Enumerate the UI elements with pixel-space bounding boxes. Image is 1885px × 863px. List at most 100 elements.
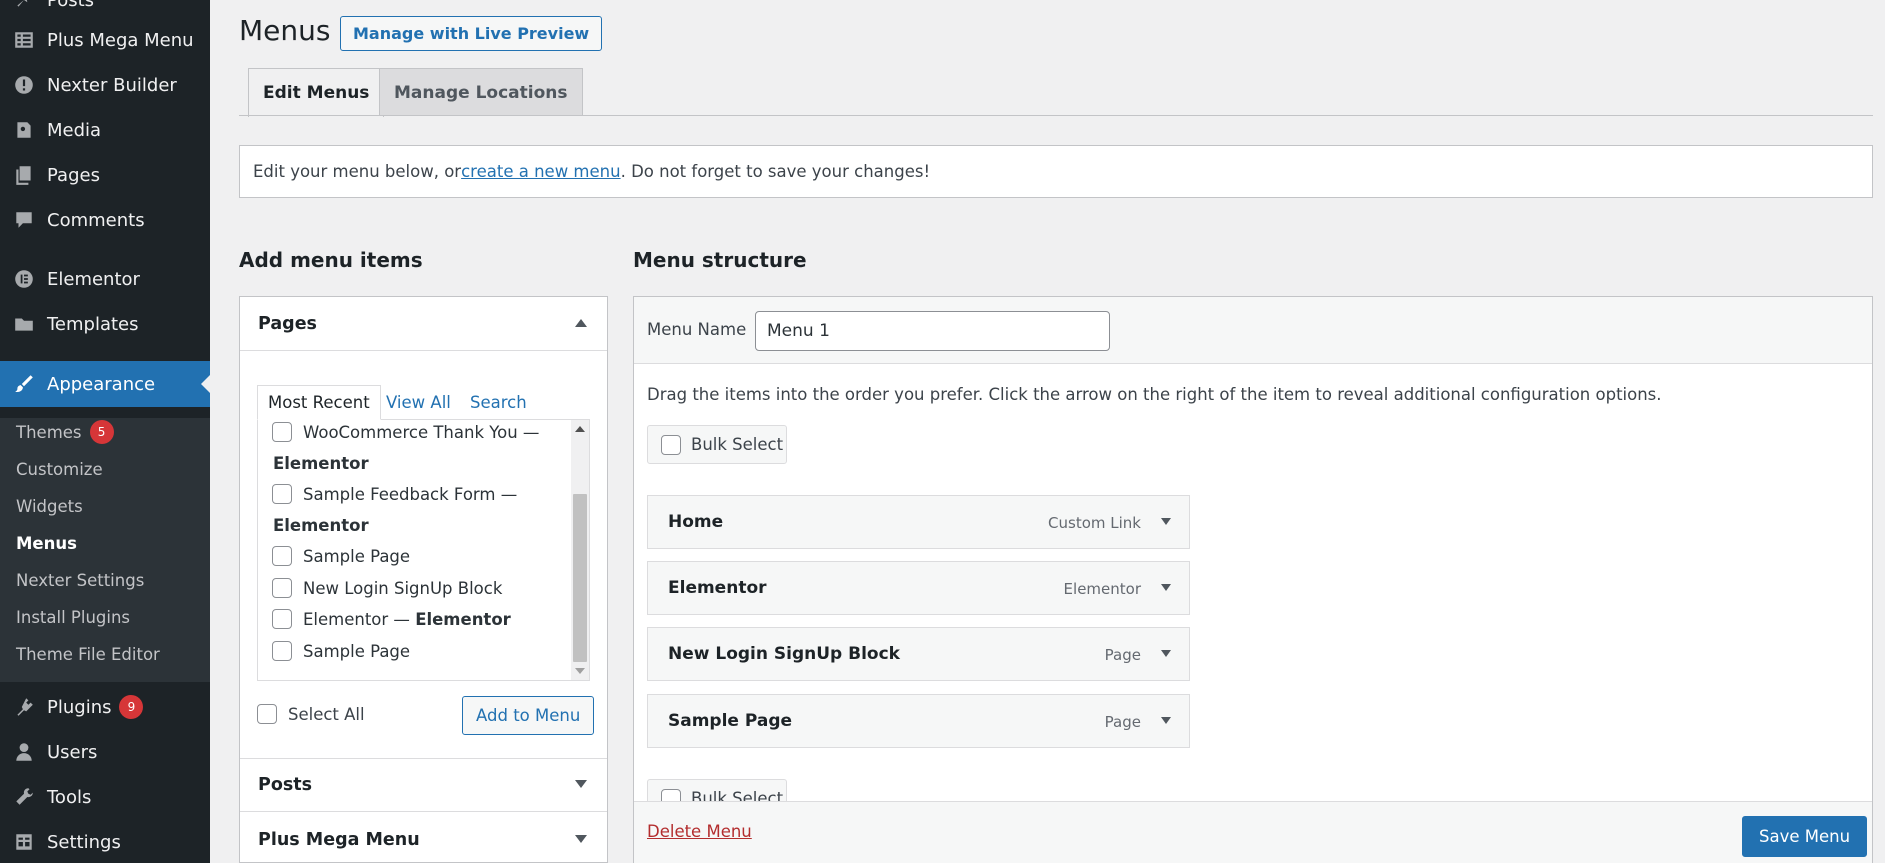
checkbox[interactable]	[272, 578, 292, 598]
save-menu-button[interactable]: Save Menu	[1742, 816, 1868, 857]
info-circle-icon	[0, 74, 47, 96]
menu-item-type: Page	[1104, 646, 1141, 664]
submenu-item-customize[interactable]: Customize	[16, 460, 103, 479]
sidebar-item-plus-mega-menu[interactable]: Plus Mega Menu	[0, 20, 210, 60]
sidebar-item-tools[interactable]: Tools	[0, 777, 210, 817]
sidebar-item-posts[interactable]: Posts	[0, 0, 210, 20]
collapse-arrow-icon	[575, 318, 587, 327]
menu-item-elementor[interactable]: Elementor Elementor	[647, 561, 1190, 615]
tab-most-recent[interactable]: Most Recent	[257, 385, 381, 420]
add-to-menu-button[interactable]: Add to Menu	[462, 696, 595, 735]
delete-menu-link[interactable]: Delete Menu	[647, 822, 752, 841]
sidebar-item-users[interactable]: Users	[0, 732, 210, 772]
tab-view-all[interactable]: View All	[386, 385, 451, 420]
submenu-item-themes[interactable]: Themes 5	[16, 420, 114, 444]
sidebar-item-comments[interactable]: Comments	[0, 200, 210, 240]
sidebar-item-label: Pages	[47, 164, 100, 186]
bulk-select-label: Bulk Select	[691, 435, 784, 454]
select-all-checkbox[interactable]: Select All	[257, 704, 365, 724]
submenu-label: Theme File Editor	[16, 645, 160, 664]
elementor-icon	[0, 268, 47, 290]
pages-accordion-header[interactable]: Pages	[240, 297, 607, 351]
checkbox[interactable]	[257, 704, 277, 724]
sidebar-item-label: Appearance	[47, 373, 156, 395]
comment-icon	[0, 209, 47, 231]
submenu-label: Widgets	[16, 497, 83, 516]
plus-mega-menu-accordion-header[interactable]: Plus Mega Menu	[240, 813, 607, 863]
sidebar-item-label: Tools	[47, 786, 92, 808]
expand-arrow-icon	[575, 780, 587, 788]
checkbox[interactable]	[272, 609, 292, 629]
sidebar-item-templates[interactable]: Templates	[0, 304, 210, 344]
sidebar-item-label: Users	[47, 741, 98, 763]
list-item[interactable]: WooCommerce Thank You —	[272, 422, 539, 442]
expand-arrow-icon[interactable]	[1161, 518, 1171, 525]
submenu-item-nexter-settings[interactable]: Nexter Settings	[16, 571, 144, 590]
menu-item-new-login-signup-block[interactable]: New Login SignUp Block Page	[647, 627, 1190, 681]
list-item-label: Sample Feedback Form —	[303, 484, 518, 504]
expand-arrow-icon[interactable]	[1161, 650, 1171, 657]
submenu-item-install-plugins[interactable]: Install Plugins	[16, 608, 130, 627]
sidebar-item-label: Plus Mega Menu	[47, 29, 194, 51]
plugin-icon	[0, 696, 47, 718]
submenu-item-widgets[interactable]: Widgets	[16, 497, 83, 516]
sidebar-item-media[interactable]: Media	[0, 110, 210, 150]
list-item[interactable]: New Login SignUp Block	[272, 578, 502, 598]
checkbox[interactable]	[272, 422, 292, 442]
drag-instructions: Drag the items into the order you prefer…	[647, 385, 1662, 404]
list-item[interactable]: Sample Feedback Form —	[272, 484, 517, 504]
scroll-down-icon[interactable]	[575, 668, 585, 674]
submenu-label: Menus	[16, 534, 77, 553]
menu-item-sample-page[interactable]: Sample Page Page	[647, 694, 1190, 748]
list-item[interactable]: Sample Page	[272, 546, 410, 566]
bulk-select-button[interactable]: Bulk Select	[647, 425, 787, 464]
manage-live-preview-button[interactable]: Manage with Live Preview	[340, 16, 603, 51]
sidebar-item-elementor[interactable]: Elementor	[0, 259, 210, 299]
menu-item-type: Custom Link	[1048, 514, 1141, 532]
list-item[interactable]: Elementor — Elementor	[272, 609, 511, 629]
menu-name-label: Menu Name	[647, 320, 747, 339]
notice-text: Edit your menu below, or	[253, 162, 462, 181]
checkbox[interactable]	[272, 484, 292, 504]
menu-structure-title: Menu structure	[633, 248, 807, 272]
menu-name-input[interactable]	[755, 311, 1110, 351]
menu-item-title: New Login SignUp Block	[668, 644, 900, 664]
user-icon	[0, 741, 47, 763]
sidebar-item-pages[interactable]: Pages	[0, 155, 210, 195]
notice-text: . Do not forget to save your changes!	[620, 162, 931, 181]
sidebar-item-label: Settings	[47, 831, 121, 853]
folder-icon	[0, 313, 47, 335]
menu-item-home[interactable]: Home Custom Link	[647, 495, 1190, 549]
accordion-title: Posts	[258, 775, 313, 795]
tab-search[interactable]: Search	[470, 385, 527, 420]
sidebar-item-appearance[interactable]: Appearance	[0, 361, 210, 407]
brush-icon	[0, 373, 47, 395]
tab-manage-locations[interactable]: Manage Locations	[379, 68, 583, 116]
list-scrollbar[interactable]	[571, 420, 589, 680]
menu-item-title: Sample Page	[668, 711, 793, 731]
sidebar-item-plugins[interactable]: Plugins 9	[0, 687, 210, 727]
create-new-menu-link[interactable]: create a new menu	[461, 162, 620, 181]
scroll-up-icon[interactable]	[575, 426, 585, 432]
expand-arrow-icon[interactable]	[1161, 584, 1171, 591]
submenu-label: Themes	[16, 422, 82, 442]
sidebar-item-settings[interactable]: Settings	[0, 822, 210, 862]
scrollbar-thumb[interactable]	[573, 494, 587, 662]
checkbox[interactable]	[272, 546, 292, 566]
expand-arrow-icon[interactable]	[1161, 717, 1171, 724]
select-all-label: Select All	[288, 704, 365, 724]
tab-edit-menus[interactable]: Edit Menus	[248, 68, 385, 117]
admin-sidebar: Posts Plus Mega Menu Nexter Builder Medi…	[0, 0, 210, 863]
posts-accordion-header[interactable]: Posts	[240, 758, 607, 812]
list-item-suffix: Elementor	[415, 609, 511, 629]
menu-item-title: Home	[668, 512, 724, 532]
sidebar-item-nexter-builder[interactable]: Nexter Builder	[0, 65, 210, 105]
list-item[interactable]: Sample Page	[272, 641, 410, 661]
checkbox[interactable]	[272, 641, 292, 661]
submenu-item-theme-file-editor[interactable]: Theme File Editor	[16, 645, 160, 664]
submenu-item-menus[interactable]: Menus	[16, 534, 77, 553]
checkbox[interactable]	[661, 434, 681, 455]
table-icon	[0, 29, 47, 51]
list-item-label: New Login SignUp Block	[303, 578, 503, 598]
sidebar-item-label: Media	[47, 119, 102, 141]
